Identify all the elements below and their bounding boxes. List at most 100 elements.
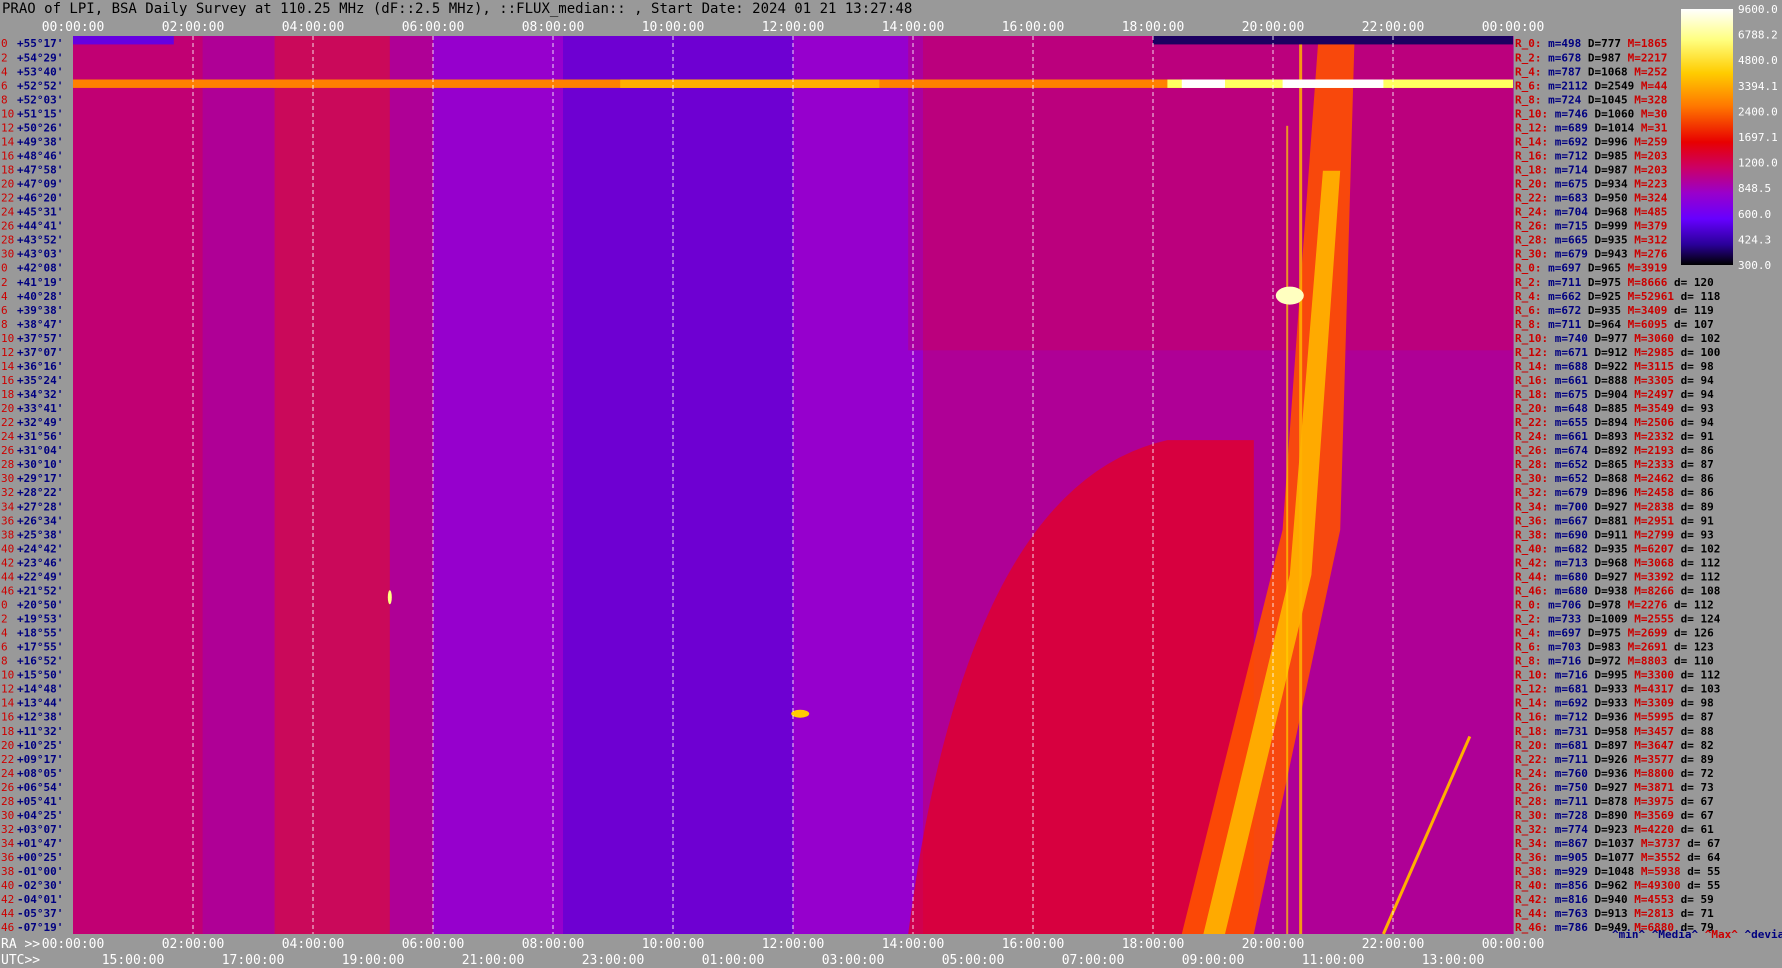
row-stat-id: R_46: bbox=[1515, 584, 1548, 597]
row-stat-median: D=927 bbox=[1588, 781, 1628, 794]
declination-label: +25°38' bbox=[17, 528, 63, 541]
row-stat-min: m=905 bbox=[1548, 851, 1588, 864]
row-stat-min: m=929 bbox=[1548, 865, 1588, 878]
row-stat-line: R_22: m=683 D=950 M=324 bbox=[1515, 192, 1668, 205]
row-stat-line: R_2: m=711 D=975 M=8666 d= 120 bbox=[1515, 276, 1714, 289]
row-stat-id: R_14: bbox=[1515, 135, 1548, 148]
row-stat-id: R_0: bbox=[1515, 598, 1542, 611]
row-stat-min: m=679 bbox=[1548, 248, 1588, 261]
row-stat-median: D=936 bbox=[1588, 711, 1628, 724]
row-index-label: 22 bbox=[1, 753, 14, 766]
declination-label: +03°07' bbox=[17, 823, 63, 836]
row-stat-min: m=661 bbox=[1548, 430, 1588, 443]
row-stat-median: D=881 bbox=[1588, 514, 1628, 527]
heatmap-column bbox=[493, 36, 504, 934]
row-stat-line: R_26: m=750 D=927 M=3871 d= 73 bbox=[1515, 781, 1714, 794]
ra-axis-tick-label: 16:00:00 bbox=[1002, 937, 1065, 952]
declination-label: +54°29' bbox=[17, 51, 63, 64]
colorbar-tick-label: 600.0 bbox=[1738, 208, 1771, 221]
row-stat-min: m=652 bbox=[1548, 472, 1588, 485]
bright-row-band bbox=[620, 79, 880, 88]
bright-source bbox=[791, 709, 810, 718]
heatmap-column bbox=[723, 36, 734, 934]
row-stat-max: M=276 bbox=[1628, 248, 1668, 261]
row-stat-id: R_0: bbox=[1515, 262, 1542, 275]
row-stat-id: R_36: bbox=[1515, 851, 1548, 864]
row-index-label: 26 bbox=[1, 444, 14, 457]
row-index-label: 4 bbox=[1, 65, 8, 78]
row-index-label: 20 bbox=[1, 402, 14, 415]
row-stat-median: D=934 bbox=[1588, 178, 1628, 191]
row-index-label: 42 bbox=[1, 893, 14, 906]
row-index-label: 30 bbox=[1, 472, 14, 485]
row-stat-max: M=3300 bbox=[1628, 669, 1674, 682]
row-stat-id: R_44: bbox=[1515, 570, 1548, 583]
ra-axis-tick-label: 04:00:00 bbox=[282, 937, 345, 952]
emission-band-left bbox=[274, 36, 390, 934]
row-stat-id: R_18: bbox=[1515, 388, 1548, 401]
declination-label: +28°22' bbox=[17, 486, 63, 499]
row-stat-id: R_14: bbox=[1515, 360, 1548, 373]
heatmap-column bbox=[683, 36, 694, 934]
colorbar-tick-label: 300.0 bbox=[1738, 259, 1771, 272]
row-stat-median: D=943 bbox=[1588, 248, 1628, 261]
colorbar: 9600.0 6788.2 4800.0 3394.1 2400.0 1697.1 1200… bbox=[1681, 3, 1778, 272]
row-stat-max: M=3115 bbox=[1628, 360, 1674, 373]
stats-legend-min: ^min^ bbox=[1612, 928, 1645, 941]
row-stat-id: R_18: bbox=[1515, 725, 1548, 738]
row-stat-line: R_6: m=2112 D=2549 M=44 bbox=[1515, 79, 1668, 92]
row-stat-max: M=5995 bbox=[1628, 711, 1674, 724]
row-stat-id: R_16: bbox=[1515, 711, 1548, 724]
row-stat-id: R_6: bbox=[1515, 641, 1542, 654]
row-stat-line: R_24: m=760 D=936 M=8800 d= 72 bbox=[1515, 767, 1714, 780]
heatmap-column bbox=[533, 36, 544, 934]
heatmap-column bbox=[253, 36, 264, 934]
row-stat-dev: d= 112 bbox=[1667, 598, 1713, 611]
row-stat-id: R_28: bbox=[1515, 795, 1548, 808]
row-stat-min: m=662 bbox=[1542, 290, 1582, 303]
row-stat-id: R_10: bbox=[1515, 332, 1548, 345]
row-index-label: 6 bbox=[1, 304, 8, 317]
row-stat-max: M=2462 bbox=[1628, 472, 1674, 485]
row-stat-dev: d= 123 bbox=[1667, 641, 1713, 654]
row-stat-min: m=682 bbox=[1548, 542, 1588, 555]
row-stat-median: D=935 bbox=[1588, 542, 1628, 555]
row-index-label: 18 bbox=[1, 725, 14, 738]
row-index-label: 0 bbox=[1, 37, 8, 50]
row-stat-line: R_30: m=652 D=868 M=2462 d= 86 bbox=[1515, 472, 1714, 485]
row-stat-id: R_28: bbox=[1515, 234, 1548, 247]
row-stat-line: R_8: m=711 D=964 M=6095 d= 107 bbox=[1515, 318, 1714, 331]
row-stat-max: M=223 bbox=[1628, 178, 1668, 191]
declination-label: +45°31' bbox=[17, 206, 63, 219]
row-stat-dev: d= 126 bbox=[1667, 627, 1714, 640]
utc-axis-tick-label: 23:00:00 bbox=[582, 953, 645, 968]
row-index-label: 12 bbox=[1, 683, 14, 696]
row-index-label: 8 bbox=[1, 93, 8, 106]
row-index-label: 26 bbox=[1, 220, 14, 233]
row-stat-median: D=2549 bbox=[1588, 79, 1634, 92]
row-stat-dev: d= 93 bbox=[1674, 402, 1714, 415]
row-stat-dev: d= 89 bbox=[1674, 753, 1714, 766]
row-stat-dev: d= 112 bbox=[1674, 556, 1720, 569]
row-index-label: 6 bbox=[1, 641, 8, 654]
row-index-label: 8 bbox=[1, 318, 8, 331]
declination-label: +34°32' bbox=[17, 388, 63, 401]
row-stat-min: m=697 bbox=[1542, 627, 1582, 640]
row-stat-max: M=2691 bbox=[1621, 641, 1668, 654]
row-stat-max: M=4317 bbox=[1628, 683, 1674, 696]
heatmap-column bbox=[833, 36, 844, 934]
row-stat-line: R_8: m=716 D=972 M=8803 d= 110 bbox=[1515, 655, 1714, 668]
row-stat-dev: d= 91 bbox=[1674, 430, 1714, 443]
heatmap-column bbox=[223, 36, 234, 934]
row-stat-median: D=964 bbox=[1581, 318, 1621, 331]
heatmap-column bbox=[863, 36, 874, 934]
row-stat-min: m=706 bbox=[1542, 598, 1582, 611]
row-stat-id: R_46: bbox=[1515, 921, 1548, 934]
heatmap-column bbox=[213, 36, 224, 934]
row-stat-line: R_30: m=728 D=890 M=3569 d= 67 bbox=[1515, 809, 1714, 822]
row-stat-median: D=933 bbox=[1588, 697, 1628, 710]
row-stat-min: m=672 bbox=[1542, 304, 1582, 317]
row-stat-line: R_22: m=711 D=926 M=3577 d= 89 bbox=[1515, 753, 1714, 766]
row-stat-dev: d= 67 bbox=[1674, 795, 1714, 808]
row-stat-min: m=715 bbox=[1548, 220, 1588, 233]
